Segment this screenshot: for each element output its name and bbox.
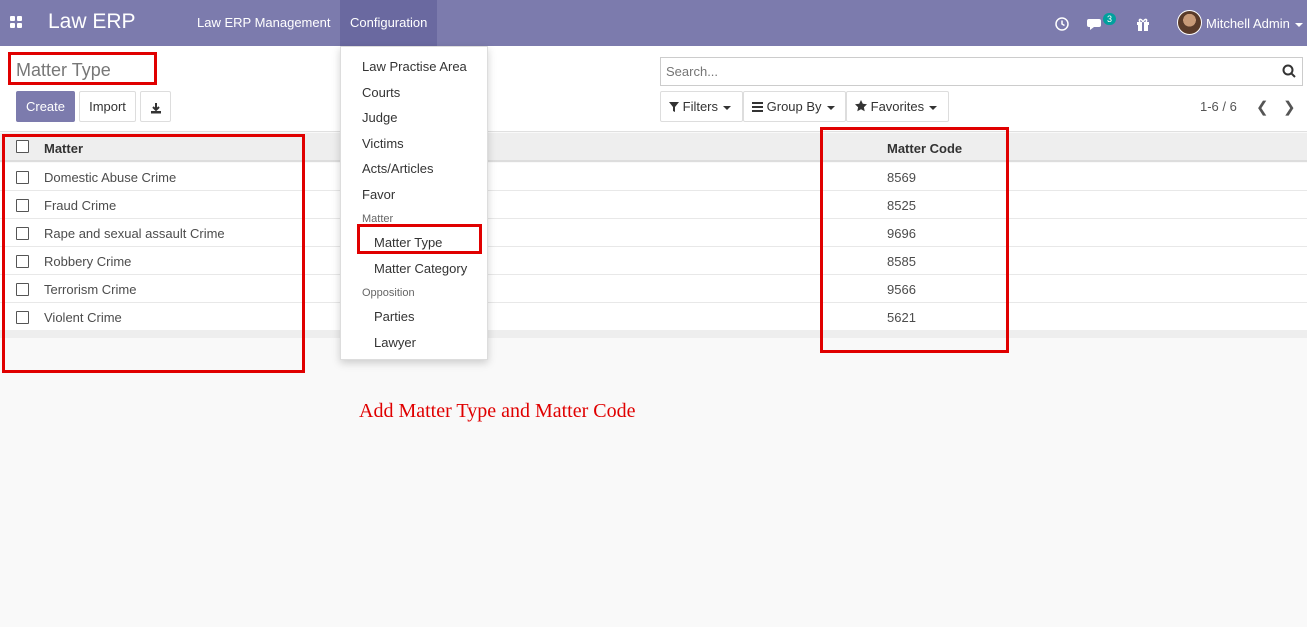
group-by-button[interactable]: Group By (743, 91, 846, 122)
annotation-caption: Add Matter Type and Matter Code (359, 400, 636, 422)
download-icon (150, 102, 161, 114)
import-button[interactable]: Import (79, 91, 136, 122)
annotation-box-matter-type (357, 224, 482, 254)
menu-item-matter-category[interactable]: Matter Category (374, 261, 467, 276)
chat-icon[interactable] (1087, 0, 1105, 46)
menu-item-lawyer[interactable]: Lawyer (374, 335, 416, 350)
favorites-label: Favorites (870, 99, 925, 114)
menu-item-acts-articles[interactable]: Acts/Articles (362, 161, 434, 176)
menu-configuration[interactable]: Configuration (340, 0, 438, 46)
star-icon (855, 100, 867, 112)
filters-button[interactable]: Filters (660, 91, 743, 122)
create-button[interactable]: Create (16, 91, 75, 122)
chevron-down-icon (826, 105, 835, 110)
filters-label: Filters (682, 99, 719, 114)
menu-item-parties[interactable]: Parties (374, 309, 414, 324)
user-menu[interactable]: Mitchell Admin (1206, 16, 1303, 31)
filter-icon (669, 102, 679, 112)
chevron-down-icon (723, 105, 732, 110)
search-input[interactable] (661, 58, 1261, 85)
favorites-button[interactable]: Favorites (846, 91, 949, 122)
menu-item-victims[interactable]: Victims (362, 136, 404, 151)
apps-menu-icon[interactable] (10, 16, 24, 30)
annotation-box-title (8, 52, 157, 85)
annotation-box-code-column (820, 127, 1009, 353)
app-brand[interactable]: Law ERP (48, 10, 136, 34)
chevron-down-icon (1294, 22, 1303, 27)
chevron-down-icon (929, 105, 938, 110)
chat-count-badge: 3 (1103, 13, 1117, 25)
annotation-box-matter-column (2, 134, 305, 373)
menu-item-law-practise-area[interactable]: Law Practise Area (362, 59, 467, 74)
menu-item-favor[interactable]: Favor (362, 187, 395, 202)
download-button[interactable] (140, 91, 171, 122)
gift-icon[interactable] (1136, 0, 1150, 46)
user-avatar[interactable] (1177, 10, 1202, 35)
menu-item-courts[interactable]: Courts (362, 85, 400, 100)
pager-next-icon[interactable]: ❯ (1283, 98, 1296, 116)
menu-section-opposition: Opposition (362, 287, 415, 299)
search-box (660, 57, 1303, 86)
pager-previous-icon[interactable]: ❮ (1256, 98, 1269, 116)
menu-item-judge[interactable]: Judge (362, 110, 397, 125)
menu-law-erp-management[interactable]: Law ERP Management (187, 0, 340, 46)
group-by-label: Group By (766, 99, 822, 114)
top-navbar: Law ERP Law ERP Management Configuration… (0, 0, 1307, 46)
activity-clock-icon[interactable] (1054, 0, 1070, 46)
pager-value[interactable]: 1-6 / 6 (1200, 99, 1237, 114)
search-icon[interactable] (1282, 64, 1296, 78)
configuration-dropdown: Law Practise Area Courts Judge Victims A… (340, 46, 488, 360)
list-icon (752, 102, 763, 112)
user-name: Mitchell Admin (1206, 16, 1290, 31)
